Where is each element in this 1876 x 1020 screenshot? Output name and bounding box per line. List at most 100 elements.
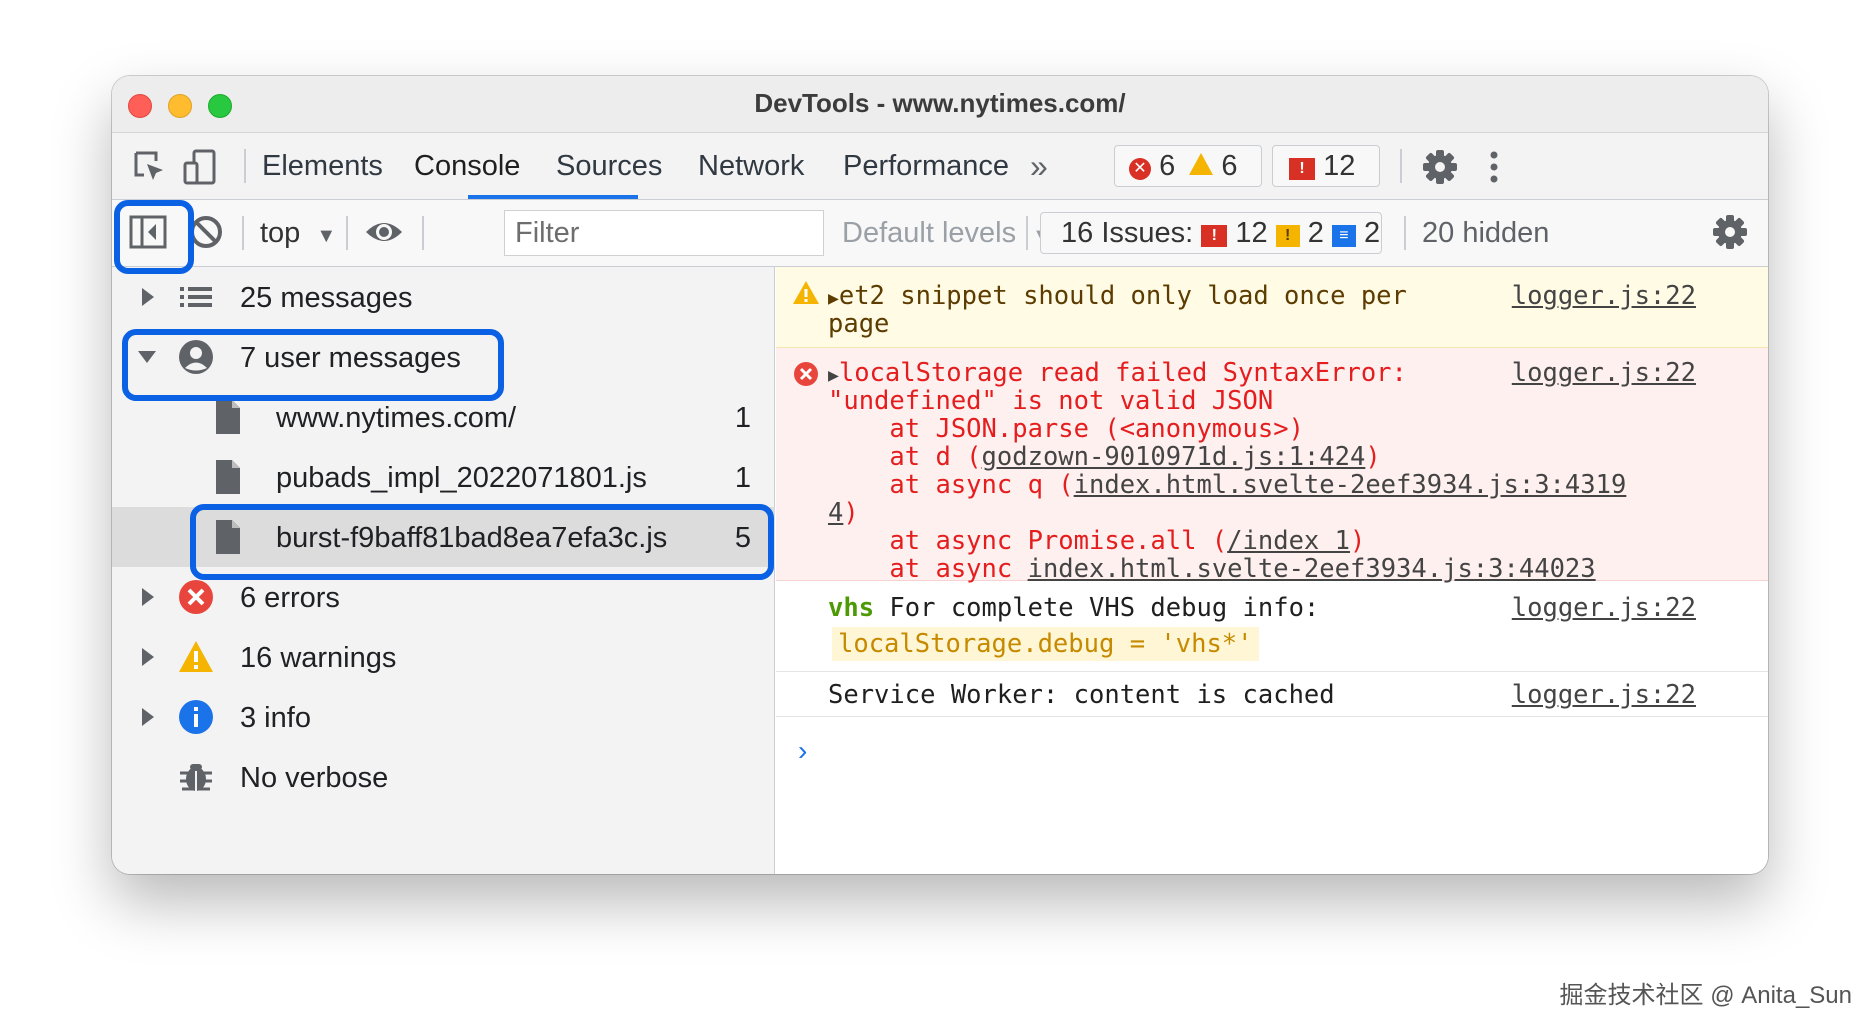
sidebar-item-label: pubads_impl_2022071801.js	[276, 462, 647, 494]
tab-elements[interactable]: Elements	[262, 133, 383, 199]
toolbar-divider	[1400, 149, 1402, 183]
issues-blue-count: 2	[1363, 217, 1381, 249]
stack-frame-link[interactable]: godzown-9010971d.js:1:424	[982, 442, 1366, 472]
expand-arrow-icon[interactable]	[142, 288, 154, 306]
debug-code-chip: localStorage.debug = 'vhs*'	[832, 627, 1259, 661]
sidebar-item-label: www.nytimes.com/	[276, 402, 517, 434]
hidden-count: 20 hidden	[1422, 217, 1550, 249]
log-levels-dropdown[interactable]: Default levels ▼	[842, 200, 1052, 269]
error-text-line: localStorage read failed SyntaxError:	[838, 358, 1407, 388]
error-icon	[179, 580, 213, 614]
sidebar-item-label: 3 info	[240, 702, 311, 734]
stack-frame-link[interactable]: index.html.svelte-2eef3934.js:3:44023	[1028, 554, 1596, 584]
source-link[interactable]: logger.js:22	[1512, 281, 1696, 311]
expand-arrow-icon[interactable]	[142, 648, 154, 666]
tab-network[interactable]: Network	[698, 133, 804, 199]
stack-frame-link[interactable]: /index 1	[1227, 526, 1350, 556]
issue-error-icon: !	[1201, 225, 1228, 247]
console-messages: ▶et2 snippet should only load once per p…	[776, 267, 1768, 874]
stack-frame: at d (godzown-9010971d.js:1:424)	[828, 442, 1381, 472]
console-log-message[interactable]: vhs For complete VHS debug info: localSt…	[776, 581, 1768, 672]
title-bar: DevTools - www.nytimes.com/	[112, 76, 1768, 133]
stack-frame: at async Promise.all (/index 1)	[828, 526, 1366, 556]
context-label: top	[260, 217, 301, 249]
warning-text-line: et2 snippet should only load once per	[838, 281, 1407, 311]
message-count: 1	[734, 402, 751, 434]
more-options-icon[interactable]	[1474, 147, 1514, 187]
log-text: Service Worker: content is cached	[828, 680, 1335, 710]
tab-console[interactable]: Console	[414, 133, 520, 199]
console-log-message[interactable]: Service Worker: content is cached logger…	[776, 672, 1768, 717]
console-settings-gear-icon[interactable]	[1710, 212, 1750, 252]
sidebar-item-label: 6 errors	[240, 582, 340, 614]
dropdown-arrow-icon: ▼	[316, 225, 337, 247]
log-text: For complete VHS debug info:	[874, 593, 1320, 623]
toolbar-divider	[244, 149, 246, 183]
sidebar-item-label: No verbose	[240, 762, 389, 794]
stack-frame: 4)	[828, 498, 859, 528]
highlight-sidebar-toggle	[114, 200, 194, 274]
toolbar-divider	[346, 216, 348, 250]
more-tabs-button[interactable]: »	[1030, 133, 1048, 199]
sidebar-item-warnings[interactable]: 16 warnings	[112, 627, 775, 687]
issues-count: 12	[1323, 150, 1356, 182]
stack-frame: at async q (index.html.svelte-2eef3934.j…	[828, 470, 1627, 500]
warning-icon	[179, 641, 213, 672]
sidebar-item-label: 16 warnings	[240, 642, 397, 674]
expand-arrow-icon[interactable]	[142, 588, 154, 606]
expand-triangle-icon[interactable]: ▶	[828, 365, 839, 386]
live-expression-eye-icon[interactable]	[364, 212, 404, 252]
toolbar-divider	[1026, 216, 1028, 250]
console-warning-message[interactable]: ▶et2 snippet should only load once per p…	[776, 267, 1768, 348]
filter-input[interactable]: Filter	[504, 210, 824, 256]
tab-sources[interactable]: Sources	[556, 133, 662, 199]
log-levels-label: Default levels	[842, 217, 1017, 249]
device-toolbar-icon[interactable]	[180, 147, 220, 187]
warning-icon	[793, 281, 819, 304]
highlight-user-messages	[122, 329, 504, 401]
issues-button[interactable]: 16 Issues: ! 12 ! 2 ≡ 2	[1040, 212, 1382, 254]
context-selector[interactable]: top ▼	[260, 200, 336, 269]
message-count: 1	[734, 462, 751, 494]
stack-frame-link[interactable]: index.html.svelte-2eef3934.js:3:4319	[1074, 470, 1627, 500]
toolbar-divider	[1404, 216, 1406, 250]
highlight-selected-file	[190, 504, 774, 580]
watermark: 掘金技术社区 @ Anita_Sun	[1559, 982, 1852, 1009]
warning-icon	[1189, 153, 1214, 175]
vhs-tag: vhs	[828, 593, 875, 623]
issue-flag-icon: !	[1289, 158, 1315, 180]
error-warning-counter[interactable]: ✕ 6 6	[1114, 145, 1262, 187]
settings-gear-icon[interactable]	[1420, 147, 1460, 187]
console-toolbar: top ▼ Filter Default levels ▼ 16 Issues:…	[112, 200, 1768, 267]
tab-performance[interactable]: Performance	[843, 133, 1009, 199]
expand-arrow-icon[interactable]	[142, 708, 154, 726]
inspect-element-icon[interactable]	[130, 147, 170, 187]
toolbar-divider	[242, 216, 244, 250]
file-icon	[216, 460, 240, 494]
issues-label: 16 Issues:	[1061, 217, 1194, 249]
stack-frame-link[interactable]: 4	[828, 498, 843, 528]
warning-text-line: page	[828, 309, 890, 339]
stack-frame: at JSON.parse (<anonymous>)	[828, 414, 1304, 444]
error-text-line: "undefined" is not valid JSON	[828, 386, 1274, 416]
console-error-message[interactable]: ▶localStorage read failed SyntaxError: "…	[776, 348, 1768, 584]
main-toolbar: Elements Console Sources Network Perform…	[112, 133, 1768, 200]
stack-frame: at async index.html.svelte-2eef3934.js:3…	[828, 554, 1596, 584]
info-icon	[179, 700, 213, 734]
sidebar-item-all-messages[interactable]: 25 messages	[112, 267, 775, 327]
sidebar-item-file[interactable]: pubads_impl_2022071801.js 1	[112, 447, 775, 507]
sidebar-item-verbose[interactable]: No verbose	[112, 747, 775, 807]
devtools-window: DevTools - www.nytimes.com/ Elements Con…	[112, 76, 1768, 874]
issues-counter[interactable]: ! 12	[1272, 145, 1380, 187]
source-link[interactable]: logger.js:22	[1512, 358, 1696, 388]
sidebar-item-label: 25 messages	[240, 282, 413, 314]
sidebar-item-info[interactable]: 3 info	[112, 687, 775, 747]
issues-red-count: 12	[1235, 217, 1268, 249]
console-prompt[interactable]: ›	[798, 735, 807, 767]
source-link[interactable]: logger.js:22	[1512, 680, 1696, 710]
expand-triangle-icon[interactable]: ▶	[828, 288, 839, 309]
source-link[interactable]: logger.js:22	[1512, 593, 1696, 623]
bug-icon	[180, 764, 212, 791]
error-icon: ✕	[1129, 158, 1151, 180]
issues-yellow-count: 2	[1307, 217, 1324, 249]
